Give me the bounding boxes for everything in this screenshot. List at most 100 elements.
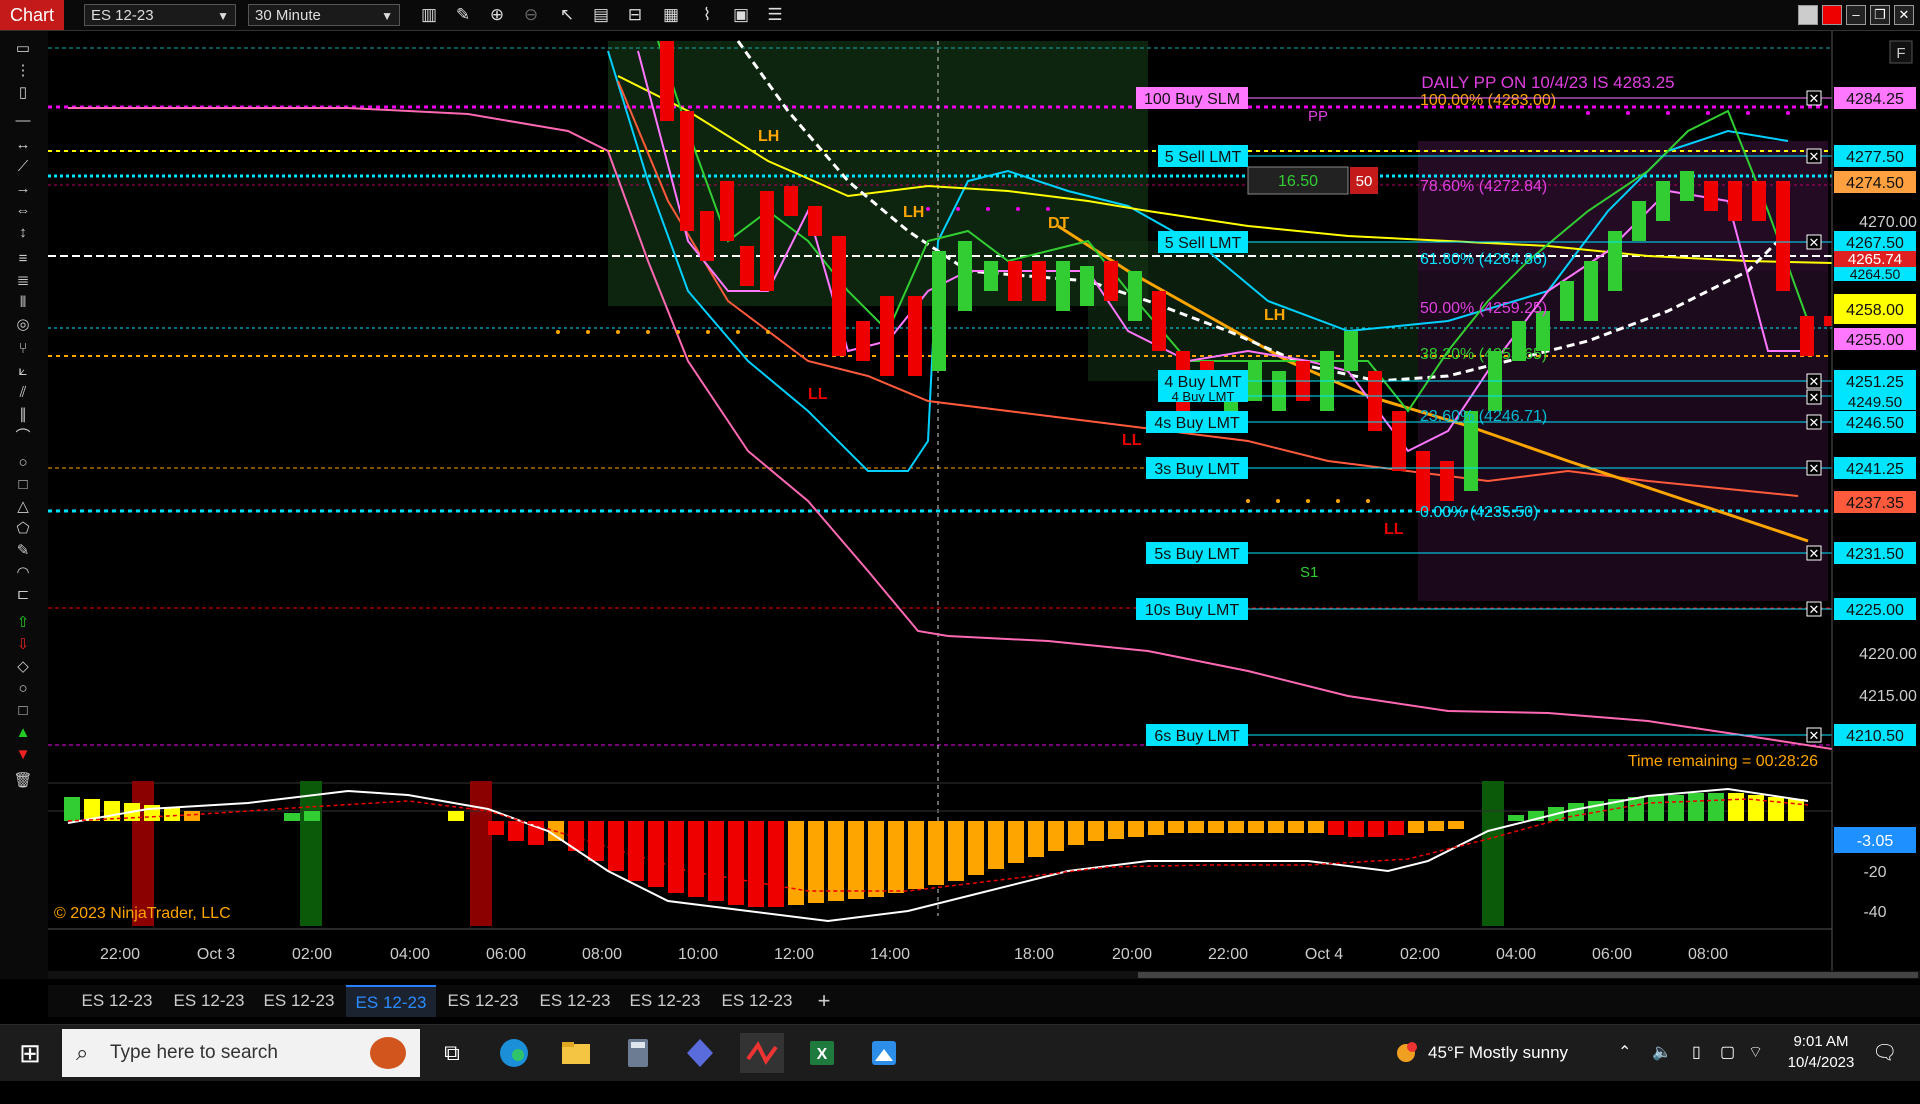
- chart-tab[interactable]: ES 12-23: [620, 985, 710, 1017]
- properties-icon[interactable]: ▣: [730, 4, 752, 26]
- price-chart[interactable]: DAILY PP ON 10/4/23 IS 4283.25 PP S1 100…: [48, 31, 1920, 979]
- ruler-icon[interactable]: ▭: [10, 39, 36, 59]
- arc-icon[interactable]: ⌒: [10, 427, 36, 447]
- fib-extension-icon[interactable]: ≣: [10, 271, 36, 291]
- square-icon[interactable]: □: [10, 701, 36, 721]
- rectangle-icon[interactable]: □: [10, 475, 36, 495]
- fib-retracement-icon[interactable]: ≡: [10, 249, 36, 269]
- speaker-icon[interactable]: 🔈: [1652, 1025, 1672, 1081]
- order-tag[interactable]: 4 Buy LMT: [1158, 389, 1248, 404]
- restore-button[interactable]: ❐: [1870, 5, 1890, 25]
- chart-tab-active[interactable]: ES 12-23: [346, 985, 436, 1017]
- weather-text[interactable]: 45°F Mostly sunny: [1428, 1025, 1568, 1081]
- order-tag[interactable]: 3s Buy LMT: [1146, 457, 1248, 479]
- horizontal-line-icon[interactable]: ⇔: [10, 201, 36, 221]
- battery-icon[interactable]: ▯: [1692, 1025, 1701, 1081]
- swing-label: LH: [903, 204, 924, 221]
- order-tag[interactable]: 5 Sell LMT: [1158, 145, 1248, 167]
- scrollbar-thumb[interactable]: [1138, 972, 1918, 978]
- windows-start-icon[interactable]: ⊞: [10, 1033, 50, 1073]
- order-tag[interactable]: 10s Buy LMT: [1136, 598, 1248, 620]
- notifications-icon[interactable]: 🗨: [1872, 1025, 1897, 1081]
- trend-channel-icon[interactable]: ∥: [10, 405, 36, 425]
- wifi-icon[interactable]: ⌔: [1748, 1025, 1763, 1081]
- triangle-down-icon[interactable]: ▼: [10, 745, 36, 765]
- data-box-icon[interactable]: ▤: [590, 4, 612, 26]
- order-tag[interactable]: 100 Buy SLM: [1136, 87, 1248, 109]
- chart-tab[interactable]: ES 12-23: [72, 985, 162, 1017]
- link-color-button[interactable]: [1822, 5, 1842, 25]
- toggle-theme-button[interactable]: [1798, 5, 1818, 25]
- regression-channel-icon[interactable]: ⫽: [10, 383, 36, 403]
- weather-icon[interactable]: [1392, 1025, 1422, 1081]
- pointer-icon[interactable]: ↖: [556, 4, 578, 26]
- chart-panel[interactable]: DAILY PP ON 10/4/23 IS 4283.25 PP S1 100…: [48, 31, 1920, 979]
- network-icon[interactable]: ▢: [1720, 1025, 1735, 1081]
- close-button[interactable]: ✕: [1894, 5, 1914, 25]
- zoom-in-icon[interactable]: ⊕: [486, 4, 508, 26]
- photos-icon[interactable]: [864, 1033, 904, 1073]
- chart-tab[interactable]: ES 12-23: [530, 985, 620, 1017]
- price-range-icon[interactable]: ▯: [10, 83, 36, 103]
- arrow-line-icon[interactable]: →: [10, 179, 36, 199]
- add-tab-button[interactable]: +: [804, 985, 844, 1017]
- order-tag[interactable]: 5 Sell LMT: [1158, 231, 1248, 253]
- strategies-icon[interactable]: ⌇: [696, 4, 718, 26]
- extended-line-icon[interactable]: ⟋: [10, 157, 36, 177]
- triangle-icon[interactable]: △: [10, 497, 36, 517]
- taskbar-search[interactable]: ⌕ Type here to search: [62, 1029, 420, 1077]
- risk-reward-icon[interactable]: ⋮: [10, 61, 36, 81]
- svg-text:✕: ✕: [1809, 461, 1820, 476]
- gann-fan-icon[interactable]: ⟀: [10, 361, 36, 381]
- chevron-down-icon: ▼: [381, 9, 393, 23]
- swing-label: LL: [1384, 521, 1404, 538]
- list-icon[interactable]: ☰: [764, 4, 786, 26]
- chart-tab[interactable]: ES 12-23: [438, 985, 528, 1017]
- ray-icon[interactable]: ↔: [10, 135, 36, 155]
- andrews-pitchfork-icon[interactable]: ⑂: [10, 339, 36, 359]
- chart-tab[interactable]: ES 12-23: [164, 985, 254, 1017]
- fib-timezone-icon[interactable]: ⦀: [10, 293, 36, 313]
- instrument-selector[interactable]: ES 12-23 ▼: [84, 4, 236, 26]
- polygon-icon[interactable]: ⬠: [10, 519, 36, 539]
- quantity-count: 50: [1356, 173, 1373, 190]
- app-icon[interactable]: [680, 1033, 720, 1073]
- vertical-line-icon[interactable]: ↕: [10, 223, 36, 243]
- edge-browser-icon[interactable]: [494, 1033, 534, 1073]
- bar-type-icon[interactable]: ▥: [418, 4, 440, 26]
- line-icon[interactable]: —: [10, 111, 36, 131]
- ellipse-icon[interactable]: ○: [10, 453, 36, 473]
- title-bar: Chart ES 12-23 ▼ 30 Minute ▼ ▥ ✎ ⊕ ⊖ ↖ ▤…: [0, 0, 1920, 31]
- arrow-down-icon[interactable]: ⇩: [10, 635, 36, 655]
- templates-icon[interactable]: ⊟: [624, 4, 646, 26]
- fib-circle-icon[interactable]: ◎: [10, 315, 36, 335]
- diamond-icon[interactable]: ◇: [10, 657, 36, 677]
- swing-label: LH: [1264, 307, 1285, 324]
- indicators-icon[interactable]: ▦: [660, 4, 682, 26]
- order-tag[interactable]: 5s Buy LMT: [1146, 542, 1248, 564]
- drawing-pencil-icon[interactable]: ✎: [452, 4, 474, 26]
- region-icon[interactable]: ◠: [10, 563, 36, 583]
- zoom-out-icon[interactable]: ⊖: [520, 4, 542, 26]
- chevron-up-icon[interactable]: ⌃: [1618, 1025, 1631, 1081]
- ninjatrader-icon[interactable]: [740, 1033, 784, 1073]
- interval-selector[interactable]: 30 Minute ▼: [248, 4, 400, 26]
- file-explorer-icon[interactable]: [556, 1033, 596, 1073]
- text-icon[interactable]: ✎: [10, 541, 36, 561]
- excel-icon[interactable]: X: [802, 1033, 842, 1073]
- time-cycles-icon[interactable]: ⊏: [10, 585, 36, 605]
- time-label: 04:00: [390, 946, 430, 963]
- dot-icon[interactable]: ○: [10, 679, 36, 699]
- order-tag[interactable]: 6s Buy LMT: [1146, 724, 1248, 746]
- arrow-up-icon[interactable]: ⇧: [10, 613, 36, 633]
- clock[interactable]: 9:01 AM 10/4/2023: [1776, 1031, 1866, 1073]
- calculator-icon[interactable]: [618, 1033, 658, 1073]
- chart-tab[interactable]: ES 12-23: [254, 985, 344, 1017]
- chart-tab[interactable]: ES 12-23: [712, 985, 802, 1017]
- order-tag[interactable]: 4s Buy LMT: [1146, 411, 1248, 433]
- quantity-value: 16.50: [1278, 173, 1318, 190]
- minimize-button[interactable]: –: [1846, 5, 1866, 25]
- triangle-up-icon[interactable]: ▲: [10, 723, 36, 743]
- task-view-icon[interactable]: ⧉: [432, 1033, 472, 1073]
- trash-icon[interactable]: 🗑: [10, 771, 36, 791]
